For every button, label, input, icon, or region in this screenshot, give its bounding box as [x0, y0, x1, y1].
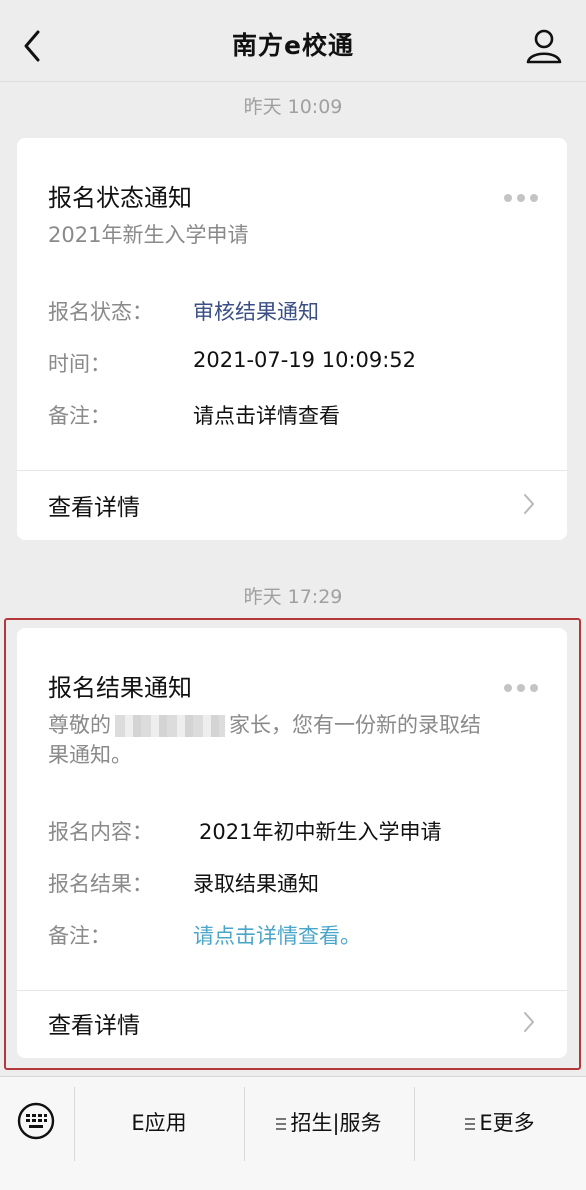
field-value-note: 请点击详情查看 [193, 404, 340, 428]
highlight-frame [4, 618, 581, 1070]
card-title: 报名状态通知 [48, 184, 192, 212]
card-subtitle: 2021年新生入学申请 [48, 223, 249, 247]
menu-item-e-more[interactable]: E更多 [414, 1107, 586, 1137]
divider [17, 470, 567, 471]
menu-item-enrollment-services[interactable]: 招生|服务 [244, 1107, 414, 1137]
bottom-menu-bar: E应用 招生|服务 E更多 [0, 1076, 586, 1190]
navigation-bar: 南方e校通 [0, 0, 586, 82]
view-details-link[interactable]: 查看详情 [48, 488, 140, 522]
field-value-status: 审核结果通知 [193, 300, 319, 324]
field-label: 报名状态： [48, 300, 153, 324]
field-value-time: 2021-07-19 10:09:52 [193, 348, 417, 372]
menu-item-label: 招生|服务 [290, 1111, 382, 1135]
menu-item-e-apps[interactable]: E应用 [74, 1107, 244, 1137]
user-icon[interactable] [524, 26, 564, 66]
message-card: 报名状态通知 2021年新生入学申请 报名状态： 审核结果通知 时间： 2021… [17, 138, 567, 540]
more-dots-icon[interactable] [503, 192, 539, 204]
field-label: 备注： [48, 404, 111, 428]
keyboard-icon[interactable] [16, 1099, 56, 1143]
submenu-icon [276, 1118, 287, 1130]
message-timestamp: 昨天 17:29 [243, 586, 343, 608]
message-timestamp: 昨天 10:09 [243, 96, 343, 118]
field-label: 时间： [48, 352, 111, 376]
menu-item-label: E应用 [131, 1111, 187, 1135]
submenu-icon [465, 1118, 476, 1130]
menu-item-label: E更多 [479, 1111, 535, 1135]
chevron-right-icon[interactable] [521, 492, 537, 516]
page-title: 南方e校通 [232, 31, 354, 60]
